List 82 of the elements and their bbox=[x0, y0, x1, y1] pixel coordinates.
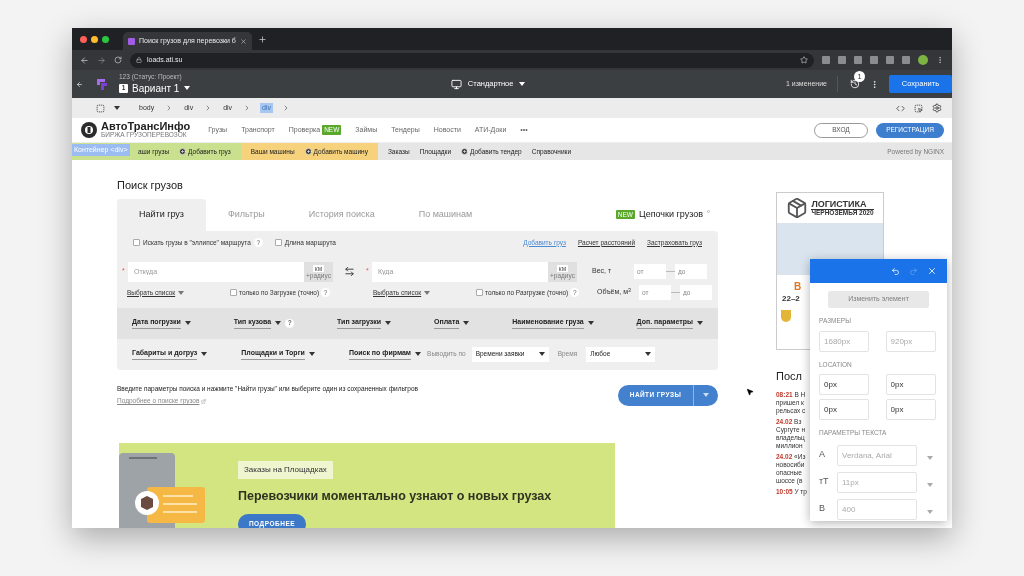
ad-title: ЛОГИСТИКА bbox=[811, 199, 868, 209]
caret-icon bbox=[114, 106, 120, 110]
new-tab-icon[interactable] bbox=[257, 34, 267, 44]
checkbox[interactable] bbox=[274, 239, 282, 246]
history-icon[interactable] bbox=[850, 79, 860, 89]
promo-tag: Заказы на Площадках bbox=[238, 461, 333, 479]
minimize-window-icon[interactable] bbox=[91, 35, 98, 43]
dimension-field[interactable]: 0px bbox=[819, 374, 869, 396]
add-icon bbox=[304, 148, 312, 155]
lock-icon bbox=[136, 57, 142, 63]
text-property-glyph: A bbox=[819, 448, 826, 462]
caret-icon bbox=[927, 456, 933, 460]
close-window-icon[interactable] bbox=[80, 35, 87, 43]
bookmark-icon[interactable] bbox=[800, 56, 808, 64]
text-property-field[interactable]: 400 bbox=[837, 498, 917, 520]
variant-dropdown[interactable]: Вариант 1 bbox=[132, 80, 191, 96]
more-icon[interactable] bbox=[870, 79, 879, 89]
caret-icon bbox=[385, 321, 392, 325]
logo-icon bbox=[95, 77, 109, 91]
page-title: Поиск грузов bbox=[117, 178, 184, 193]
caret-icon bbox=[519, 82, 526, 86]
checkbox[interactable] bbox=[230, 289, 237, 296]
settings-icon[interactable] bbox=[932, 103, 942, 113]
caret-icon bbox=[587, 321, 594, 325]
text-property-glyph: B bbox=[819, 502, 826, 516]
caret-icon bbox=[275, 321, 282, 325]
swap-icon[interactable] bbox=[344, 266, 355, 277]
undo-icon[interactable] bbox=[891, 266, 900, 276]
close-tab-icon[interactable] bbox=[239, 37, 247, 45]
dimension-field[interactable]: 920px bbox=[885, 330, 936, 352]
forward-icon[interactable] bbox=[97, 55, 106, 65]
caret-icon bbox=[703, 393, 709, 397]
dimension-field[interactable]: 0px bbox=[885, 399, 936, 421]
text-property-field[interactable]: Verdana, Arial bbox=[837, 444, 917, 466]
caret-icon bbox=[424, 290, 431, 295]
caret-icon bbox=[178, 290, 185, 295]
dimension-field[interactable]: 0px bbox=[819, 399, 869, 421]
caret-icon bbox=[927, 483, 933, 487]
mouse-cursor-icon bbox=[746, 388, 754, 396]
menu-icon[interactable] bbox=[936, 56, 944, 64]
add-icon bbox=[461, 148, 468, 155]
caret-icon bbox=[415, 352, 422, 356]
ad-dates: 22–2 bbox=[782, 293, 800, 304]
avatar-icon[interactable] bbox=[918, 55, 928, 65]
dimension-field[interactable]: 1680px bbox=[819, 330, 869, 352]
dimension-field[interactable]: 0px bbox=[885, 374, 936, 396]
caret-icon bbox=[927, 510, 933, 514]
news-heading: Посл bbox=[776, 369, 802, 384]
maximize-window-icon[interactable] bbox=[102, 35, 109, 43]
add-icon bbox=[179, 148, 187, 155]
promo-heading: Перевозчики моментально узнают о новых грузах bbox=[238, 488, 552, 505]
checkbox[interactable] bbox=[133, 239, 140, 246]
range-dash bbox=[671, 292, 680, 293]
monitor-icon bbox=[450, 78, 462, 90]
search-tab[interactable]: Найти груз bbox=[117, 198, 206, 231]
back-icon[interactable] bbox=[76, 80, 83, 88]
checkbox[interactable] bbox=[476, 289, 483, 296]
code-icon[interactable] bbox=[896, 103, 905, 113]
caret-icon bbox=[645, 352, 652, 356]
cube-logo-icon bbox=[786, 197, 809, 219]
select-frame-icon[interactable] bbox=[96, 103, 105, 113]
external-link-icon bbox=[201, 398, 207, 404]
text-property-glyph: тТ bbox=[819, 475, 830, 489]
range-dash bbox=[666, 271, 675, 272]
logo-icon bbox=[80, 121, 98, 139]
caret-icon bbox=[184, 86, 191, 90]
site-logo-text: АвтоТрансИнфо bbox=[101, 121, 191, 133]
reload-icon[interactable] bbox=[114, 56, 122, 64]
caret-icon bbox=[201, 352, 208, 356]
back-icon[interactable] bbox=[80, 55, 89, 65]
caret-icon bbox=[308, 352, 315, 356]
inspect-icon[interactable] bbox=[914, 103, 923, 113]
chains-link[interactable]: Цепочки грузов bbox=[639, 207, 703, 222]
caret-icon bbox=[697, 321, 703, 325]
caret-icon bbox=[538, 352, 545, 356]
ad-text: В bbox=[794, 281, 802, 294]
favicon-icon bbox=[128, 37, 135, 45]
caret-icon bbox=[463, 321, 470, 325]
caret-icon bbox=[184, 321, 191, 325]
close-icon[interactable] bbox=[927, 266, 937, 277]
text-property-field[interactable]: 11px bbox=[837, 471, 917, 493]
emblem-icon bbox=[781, 309, 791, 322]
